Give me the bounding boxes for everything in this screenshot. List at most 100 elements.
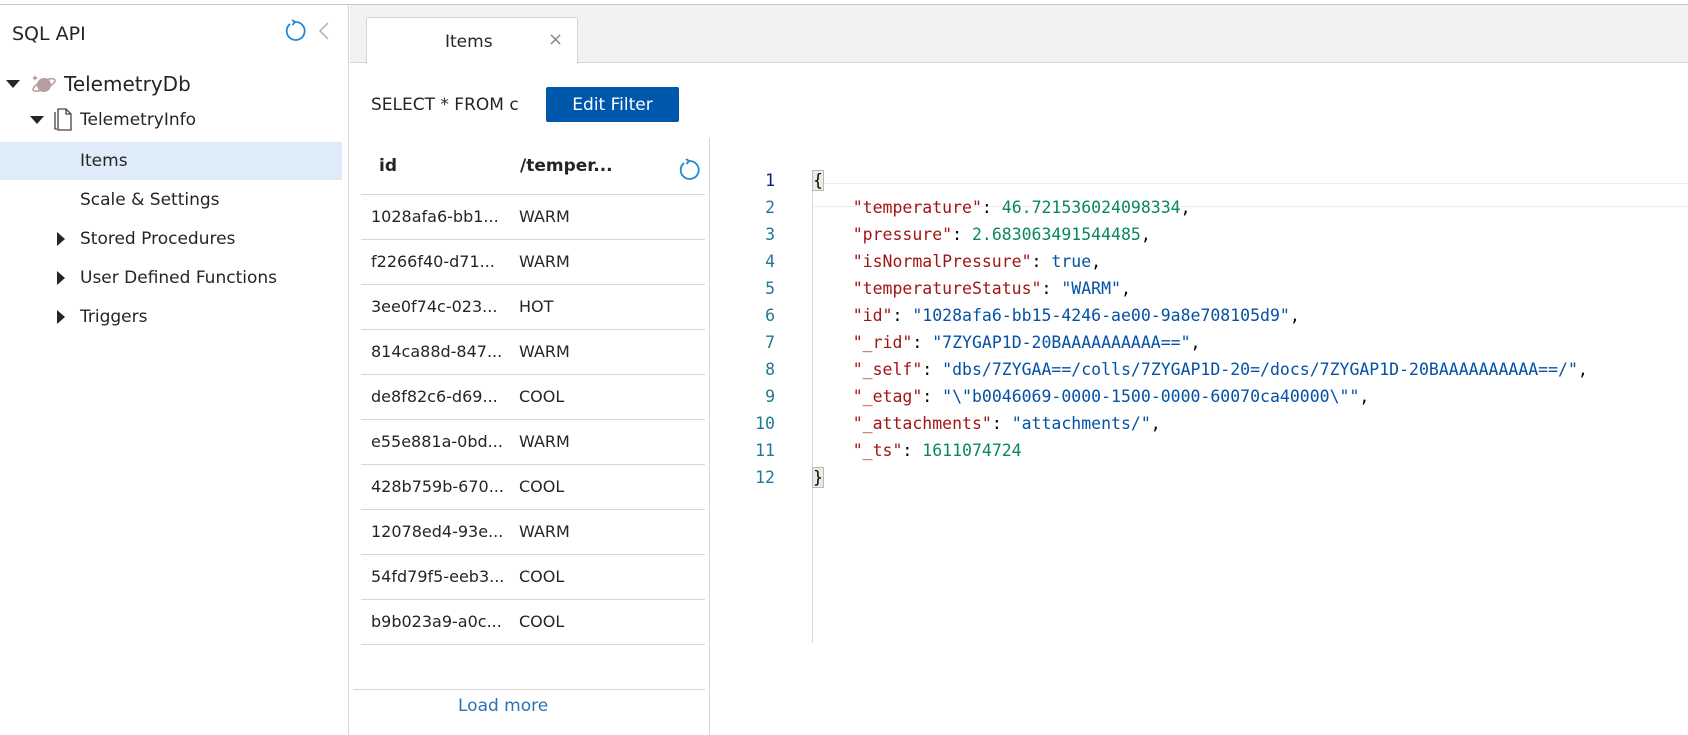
line-code: "id": "1028afa6-bb15-4246-ae00-9a8e70810… xyxy=(813,306,1300,325)
code-token: "pressure" xyxy=(813,225,953,244)
document-row[interactable]: 12078ed4-93e... WARM xyxy=(361,510,705,555)
code-token: "_etag" xyxy=(813,387,923,406)
code-token: "temperatureStatus" xyxy=(813,279,1042,298)
document-row[interactable]: 3ee0f74c-023... HOT xyxy=(361,285,705,330)
line-code: } xyxy=(812,467,824,488)
tab-strip: Items × xyxy=(350,5,1688,64)
document-row[interactable]: 54fd79f5-eeb3... COOL xyxy=(361,555,705,600)
code-token: 1611074724 xyxy=(922,441,1022,460)
refresh-icon[interactable] xyxy=(283,19,307,43)
editor-line: 11 "_ts": 1611074724 xyxy=(711,441,1688,468)
document-temperature-status: COOL xyxy=(519,567,565,586)
line-code: "temperature": 46.721536024098334, xyxy=(813,198,1191,217)
document-temperature-status: WARM xyxy=(519,522,570,541)
document-id: 12078ed4-93e... xyxy=(371,522,504,541)
document-temperature-status: WARM xyxy=(519,252,570,271)
edit-filter-button[interactable]: Edit Filter xyxy=(546,87,679,122)
document-row[interactable]: 814ca88d-847... WARM xyxy=(361,330,705,375)
caret-down-icon[interactable] xyxy=(30,116,44,124)
code-token: "isNormalPressure" xyxy=(813,252,1032,271)
tab-items[interactable]: Items × xyxy=(366,17,578,64)
code-token: 46.721536024098334 xyxy=(1001,198,1181,217)
code-token: "attachments/" xyxy=(1011,414,1151,433)
document-id: b9b023a9-a0c... xyxy=(371,612,502,631)
code-token: "_rid" xyxy=(813,333,913,352)
editor-line: 5 "temperatureStatus": "WARM", xyxy=(711,279,1688,306)
tree-label: TelemetryDb xyxy=(64,72,191,96)
sidebar-title: SQL API xyxy=(12,23,86,45)
documents-header: id /temper... xyxy=(361,138,705,195)
document-row[interactable]: b9b023a9-a0c... COOL xyxy=(361,600,705,645)
editor-line: 9 "_etag": "\"b0046069-0000-1500-0000-60… xyxy=(711,387,1688,414)
line-code: "temperatureStatus": "WARM", xyxy=(813,279,1131,298)
line-number: 6 xyxy=(765,306,775,325)
document-temperature-status: COOL xyxy=(519,477,565,496)
refresh-icon[interactable] xyxy=(677,158,701,182)
document-row[interactable]: 428b759b-670... COOL xyxy=(361,465,705,510)
tree-item-stored-procedures[interactable]: Stored Procedures xyxy=(0,220,342,258)
line-number: 12 xyxy=(755,468,775,487)
tree-item-scale-settings[interactable]: Scale & Settings xyxy=(0,181,342,219)
line-code: { xyxy=(812,170,824,191)
code-token: "\"b0046069-0000-1500-0000-60070ca40000\… xyxy=(942,387,1360,406)
column-header-temperature[interactable]: /temper... xyxy=(520,156,613,176)
caret-right-icon[interactable] xyxy=(57,271,65,285)
resource-tree-sidebar: SQL API TelemetryDb TelemetryInfo Items … xyxy=(0,5,349,735)
tree-label: Triggers xyxy=(80,307,148,327)
editor-line: 12} xyxy=(711,467,1688,495)
document-temperature-status: HOT xyxy=(519,297,554,316)
tab-label: Items xyxy=(445,32,493,52)
close-icon[interactable]: × xyxy=(548,29,563,50)
editor-line: 8 "_self": "dbs/7ZYGAA==/colls/7ZYGAP1D-… xyxy=(711,360,1688,387)
line-code: "pressure": 2.683063491544485, xyxy=(813,225,1151,244)
line-number: 4 xyxy=(765,252,775,271)
document-row[interactable]: e55e881a-0bd... WARM xyxy=(361,420,705,465)
editor-line: 3 "pressure": 2.683063491544485, xyxy=(711,225,1688,252)
document-temperature-status: WARM xyxy=(519,432,570,451)
code-token: , xyxy=(1120,279,1131,298)
tree-label: Items xyxy=(80,151,128,171)
document-temperature-status: COOL xyxy=(519,612,565,631)
caret-down-icon[interactable] xyxy=(6,80,20,88)
caret-right-icon[interactable] xyxy=(57,310,65,324)
json-editor[interactable]: 1{2 "temperature": 46.721536024098334, 3 … xyxy=(711,138,1688,735)
document-id: e55e881a-0bd... xyxy=(371,432,503,451)
code-token: "_attachments" xyxy=(813,414,992,433)
code-token: "dbs/7ZYGAA==/colls/7ZYGAP1D-20=/docs/7Z… xyxy=(942,360,1578,379)
cosmos-planet-icon xyxy=(30,72,58,96)
document-id: 814ca88d-847... xyxy=(371,342,503,361)
chevron-left-icon[interactable] xyxy=(316,19,332,43)
code-token: true xyxy=(1051,252,1092,271)
code-token: , xyxy=(1577,360,1588,379)
tree-label: TelemetryInfo xyxy=(80,110,197,130)
tree-label: Stored Procedures xyxy=(80,229,236,249)
caret-right-icon[interactable] xyxy=(57,232,65,246)
query-text: SELECT * FROM c xyxy=(371,95,519,115)
line-code: "isNormalPressure": true, xyxy=(813,252,1101,271)
tree-item-triggers[interactable]: Triggers xyxy=(0,298,342,336)
line-code: "_self": "dbs/7ZYGAA==/colls/7ZYGAP1D-20… xyxy=(813,360,1588,379)
code-token: "1028afa6-bb15-4246-ae00-9a8e708105d9" xyxy=(912,306,1290,325)
column-header-id[interactable]: id xyxy=(379,156,397,176)
document-id: f2266f40-d71... xyxy=(371,252,495,271)
document-temperature-status: WARM xyxy=(519,207,570,226)
tree-container-telemetryinfo[interactable]: TelemetryInfo xyxy=(0,101,342,139)
tree-database-telemetrydb[interactable]: TelemetryDb xyxy=(0,65,342,103)
line-number: 2 xyxy=(765,198,775,217)
documents-panel: id /temper... 1028afa6-bb1... WARM f2266f4… xyxy=(351,138,710,735)
document-id: 428b759b-670... xyxy=(371,477,504,496)
document-row[interactable]: de8f82c6-d69... COOL xyxy=(361,375,705,420)
editor-line: 1{ xyxy=(711,170,1688,198)
load-more-link[interactable]: Load more xyxy=(458,696,548,716)
line-number: 10 xyxy=(755,414,775,433)
line-code: "_ts": 1611074724 xyxy=(813,441,1022,460)
document-row[interactable]: 1028afa6-bb1... WARM xyxy=(361,195,705,240)
tree-item-user-defined-functions[interactable]: User Defined Functions xyxy=(0,259,342,297)
code-token: "temperature" xyxy=(813,198,982,217)
tree-item-items[interactable]: Items xyxy=(0,142,342,180)
document-row[interactable]: f2266f40-d71... WARM xyxy=(361,240,705,285)
code-token: "_ts" xyxy=(813,441,903,460)
code-token: : xyxy=(952,225,972,244)
document-id: 54fd79f5-eeb3... xyxy=(371,567,505,586)
code-token: : xyxy=(1031,252,1052,271)
